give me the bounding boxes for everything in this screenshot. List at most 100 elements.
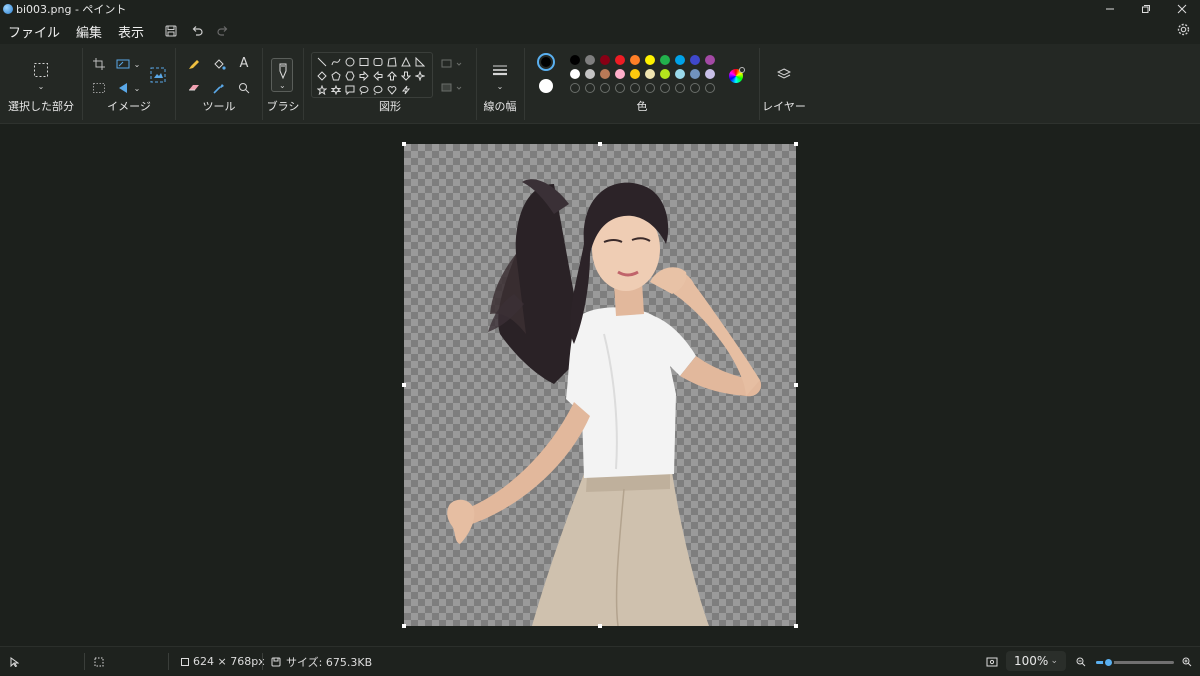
rect-callout-shape-icon[interactable] <box>344 84 356 96</box>
color-picker-icon[interactable] <box>211 80 227 96</box>
color-swatch[interactable] <box>690 55 700 65</box>
custom-color-slot[interactable] <box>660 83 670 93</box>
color-swatch[interactable] <box>690 69 700 79</box>
custom-color-slot[interactable] <box>645 83 655 93</box>
resize-handle[interactable] <box>598 624 602 628</box>
color-swatch[interactable] <box>705 69 715 79</box>
rect-select-icon[interactable] <box>33 62 49 78</box>
zoom-in-icon[interactable] <box>1182 647 1192 676</box>
right-triangle-shape-icon[interactable] <box>414 56 426 68</box>
pentagon-shape-icon[interactable] <box>330 70 342 82</box>
color-swatch[interactable] <box>675 55 685 65</box>
zoom-out-icon[interactable] <box>1076 647 1086 676</box>
color-swatch[interactable] <box>570 69 580 79</box>
minimize-button[interactable] <box>1092 0 1128 18</box>
color-swatch[interactable] <box>585 55 595 65</box>
triangle-shape-icon[interactable] <box>400 56 412 68</box>
lightning-shape-icon[interactable] <box>400 84 412 96</box>
custom-color-slot[interactable] <box>705 83 715 93</box>
color-swatch[interactable] <box>570 55 580 65</box>
undo-icon[interactable] <box>184 25 210 37</box>
fit-to-window-icon[interactable] <box>986 647 998 676</box>
resize-handle[interactable] <box>598 142 602 146</box>
zoom-slider[interactable] <box>1096 657 1174 668</box>
color-swatch[interactable] <box>630 55 640 65</box>
color-swatch[interactable] <box>675 69 685 79</box>
resize-handle[interactable] <box>794 383 798 387</box>
color-swatch[interactable] <box>585 69 595 79</box>
custom-color-slot[interactable] <box>630 83 640 93</box>
background-remove-icon[interactable] <box>91 80 107 96</box>
primary-color-button[interactable] <box>537 53 555 71</box>
chevron-down-icon[interactable]: ⌄ <box>129 56 145 72</box>
crop-icon[interactable] <box>91 56 107 72</box>
shape-fill-icon[interactable] <box>440 80 464 96</box>
canvas-workspace[interactable] <box>0 124 1200 646</box>
brush-selector-button[interactable]: ⌄ <box>271 58 293 92</box>
secondary-color-button[interactable] <box>539 79 553 93</box>
four-point-star-shape-icon[interactable] <box>414 70 426 82</box>
line-width-icon[interactable] <box>491 62 509 78</box>
arrow-right-shape-icon[interactable] <box>358 70 370 82</box>
chevron-down-icon[interactable]: ⌄ <box>33 78 49 94</box>
eraser-icon[interactable] <box>186 80 202 96</box>
color-swatch[interactable] <box>600 69 610 79</box>
color-swatch[interactable] <box>600 55 610 65</box>
resize-handle[interactable] <box>402 624 406 628</box>
chevron-down-icon[interactable]: ⌄ <box>129 80 145 96</box>
zoom-slider-thumb[interactable] <box>1103 657 1115 668</box>
color-swatch[interactable] <box>615 55 625 65</box>
arrow-down-shape-icon[interactable] <box>400 70 412 82</box>
close-button[interactable] <box>1164 0 1200 18</box>
arrow-left-shape-icon[interactable] <box>372 70 384 82</box>
zoom-level-select[interactable]: 100% ⌄ <box>1006 651 1066 671</box>
image-insert-icon[interactable] <box>149 66 167 84</box>
image-canvas[interactable] <box>404 144 796 626</box>
oval-shape-icon[interactable] <box>344 56 356 68</box>
arrow-up-shape-icon[interactable] <box>386 70 398 82</box>
color-swatch[interactable] <box>630 69 640 79</box>
pencil-icon[interactable] <box>186 56 202 72</box>
restore-button[interactable] <box>1128 0 1164 18</box>
settings-gear-icon[interactable] <box>1177 23 1190 40</box>
menu-file[interactable]: ファイル <box>0 22 68 41</box>
custom-color-slot[interactable] <box>570 83 580 93</box>
color-swatch[interactable] <box>660 69 670 79</box>
resize-handle[interactable] <box>794 624 798 628</box>
menu-view[interactable]: 表示 <box>110 22 152 41</box>
layers-icon[interactable] <box>776 66 792 82</box>
rounded-rectangle-shape-icon[interactable] <box>372 56 384 68</box>
resize-handle[interactable] <box>402 142 406 146</box>
color-swatch[interactable] <box>705 55 715 65</box>
five-point-star-shape-icon[interactable] <box>316 84 328 96</box>
resize-handle[interactable] <box>402 383 406 387</box>
magnifier-icon[interactable] <box>236 80 252 96</box>
color-swatch[interactable] <box>660 55 670 65</box>
fill-bucket-icon[interactable] <box>211 56 227 72</box>
polygon-shape-icon[interactable] <box>386 56 398 68</box>
shape-outline-icon[interactable] <box>440 56 464 72</box>
heart-shape-icon[interactable] <box>386 84 398 96</box>
color-swatch[interactable] <box>645 55 655 65</box>
six-point-star-shape-icon[interactable] <box>330 84 342 96</box>
cloud-callout-shape-icon[interactable] <box>372 84 384 96</box>
color-swatch[interactable] <box>645 69 655 79</box>
edit-colors-icon[interactable] <box>729 67 745 83</box>
chevron-down-icon[interactable]: ⌄ <box>492 78 508 94</box>
line-shape-icon[interactable] <box>316 56 328 68</box>
custom-color-slot[interactable] <box>600 83 610 93</box>
custom-color-slot[interactable] <box>585 83 595 93</box>
hexagon-shape-icon[interactable] <box>344 70 356 82</box>
save-icon[interactable] <box>158 25 184 37</box>
custom-color-slot[interactable] <box>675 83 685 93</box>
oval-callout-shape-icon[interactable] <box>358 84 370 96</box>
menu-edit[interactable]: 編集 <box>68 22 110 41</box>
rectangle-shape-icon[interactable] <box>358 56 370 68</box>
resize-handle[interactable] <box>794 142 798 146</box>
color-swatch[interactable] <box>615 69 625 79</box>
custom-color-slot[interactable] <box>690 83 700 93</box>
text-tool-icon[interactable]: A <box>236 55 252 71</box>
diamond-shape-icon[interactable] <box>316 70 328 82</box>
custom-color-slot[interactable] <box>615 83 625 93</box>
curve-shape-icon[interactable] <box>330 56 342 68</box>
